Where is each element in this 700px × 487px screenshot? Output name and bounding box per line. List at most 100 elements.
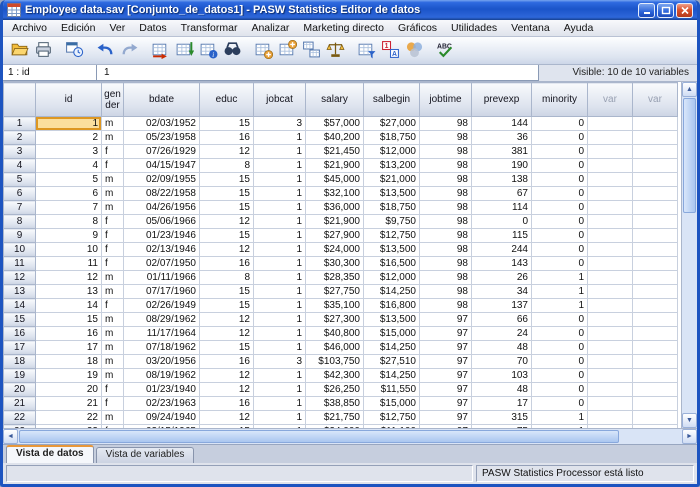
cell[interactable] (633, 369, 678, 383)
cell[interactable] (588, 117, 633, 131)
cell[interactable]: 12 (200, 243, 254, 257)
column-header-salary[interactable]: salary (306, 83, 364, 117)
cell[interactable]: $13,500 (364, 243, 420, 257)
cell[interactable]: 98 (420, 299, 472, 313)
cell[interactable] (633, 187, 678, 201)
cell[interactable]: 9 (36, 229, 102, 243)
cell[interactable]: 3 (254, 117, 306, 131)
cell[interactable]: 1 (532, 285, 588, 299)
cell[interactable]: 1 (254, 383, 306, 397)
row-header[interactable]: 5 (4, 173, 36, 187)
cell[interactable]: 05/06/1966 (124, 215, 200, 229)
cell[interactable]: 0 (532, 145, 588, 159)
cell[interactable]: 16 (200, 355, 254, 369)
cell[interactable]: f (102, 229, 124, 243)
cell[interactable]: $30,300 (306, 257, 364, 271)
cell[interactable]: m (102, 271, 124, 285)
close-button[interactable] (676, 3, 693, 18)
cell[interactable]: $27,300 (306, 313, 364, 327)
select-cases-button[interactable] (354, 39, 378, 63)
cell[interactable]: $21,900 (306, 215, 364, 229)
cell[interactable]: 12 (200, 383, 254, 397)
row-header[interactable]: 18 (4, 355, 36, 369)
cell[interactable]: 1 (254, 397, 306, 411)
menu-item-transformar[interactable]: Transformar (174, 21, 245, 35)
cell[interactable] (633, 229, 678, 243)
cell[interactable] (633, 299, 678, 313)
cell[interactable]: 0 (532, 187, 588, 201)
recall-dialogs-button[interactable] (62, 39, 86, 63)
cell[interactable]: 66 (472, 313, 532, 327)
cell[interactable] (588, 313, 633, 327)
cell[interactable]: 1 (254, 229, 306, 243)
cell[interactable]: 315 (472, 411, 532, 425)
cell[interactable]: $42,300 (306, 369, 364, 383)
cell[interactable]: 98 (420, 131, 472, 145)
cell[interactable]: 7 (36, 201, 102, 215)
cell[interactable]: 103 (472, 369, 532, 383)
cell[interactable] (588, 243, 633, 257)
cell[interactable]: 98 (420, 243, 472, 257)
row-header[interactable]: 14 (4, 299, 36, 313)
cell[interactable]: m (102, 341, 124, 355)
cell[interactable]: 1 (254, 145, 306, 159)
print-button[interactable] (31, 39, 55, 63)
cell[interactable] (633, 341, 678, 355)
cell[interactable]: 02/07/1950 (124, 257, 200, 271)
cell[interactable]: 98 (420, 271, 472, 285)
cell[interactable]: 10 (36, 243, 102, 257)
cell[interactable]: 0 (532, 383, 588, 397)
cell[interactable]: 05/23/1958 (124, 131, 200, 145)
row-header[interactable]: 1 (4, 117, 36, 131)
cell[interactable] (633, 131, 678, 145)
menu-item-analizar[interactable]: Analizar (244, 21, 296, 35)
tab-variable-view[interactable]: Vista de variables (96, 447, 195, 463)
cell[interactable]: $38,850 (306, 397, 364, 411)
cell[interactable]: m (102, 187, 124, 201)
insert-variable-button[interactable] (275, 39, 299, 63)
cell[interactable]: 16 (200, 131, 254, 145)
cell[interactable] (633, 173, 678, 187)
cell[interactable]: 1 (254, 341, 306, 355)
goto-variable-button[interactable] (172, 39, 196, 63)
row-header[interactable]: 8 (4, 215, 36, 229)
cell[interactable] (633, 397, 678, 411)
column-header-id[interactable]: id (36, 83, 102, 117)
vertical-scroll-thumb[interactable] (683, 98, 696, 213)
maximize-button[interactable] (657, 3, 674, 18)
cell[interactable]: 16 (200, 397, 254, 411)
cell[interactable]: m (102, 131, 124, 145)
cell[interactable]: 1 (254, 201, 306, 215)
scroll-left-icon[interactable]: ◄ (3, 429, 18, 444)
cell[interactable]: 70 (472, 355, 532, 369)
cell[interactable] (633, 327, 678, 341)
cell[interactable]: m (102, 313, 124, 327)
cell[interactable]: $46,000 (306, 341, 364, 355)
cell[interactable]: 02/23/1963 (124, 397, 200, 411)
goto-case-button[interactable] (148, 39, 172, 63)
cell[interactable] (588, 397, 633, 411)
cell[interactable]: $18,750 (364, 131, 420, 145)
cell[interactable]: 67 (472, 187, 532, 201)
menu-item-utilidades[interactable]: Utilidades (444, 21, 504, 35)
cell[interactable]: 15 (200, 173, 254, 187)
cell-editor[interactable]: 1 (97, 65, 539, 81)
column-header-educ[interactable]: educ (200, 83, 254, 117)
row-header[interactable]: 15 (4, 313, 36, 327)
cell[interactable]: 138 (472, 173, 532, 187)
cell[interactable]: 34 (472, 285, 532, 299)
cell[interactable]: $40,800 (306, 327, 364, 341)
cell[interactable]: $27,510 (364, 355, 420, 369)
cell[interactable] (633, 243, 678, 257)
cell[interactable]: 04/15/1947 (124, 159, 200, 173)
cell[interactable]: 115 (472, 229, 532, 243)
cell[interactable]: 17 (36, 341, 102, 355)
undo-button[interactable] (93, 39, 117, 63)
vertical-scrollbar[interactable]: ▲ ▼ (681, 82, 697, 428)
cell[interactable]: 12 (200, 313, 254, 327)
horizontal-scroll-track[interactable] (18, 429, 682, 444)
cell[interactable]: 98 (420, 117, 472, 131)
cell[interactable]: 01/23/1940 (124, 383, 200, 397)
cell[interactable]: 08/22/1958 (124, 187, 200, 201)
cell[interactable]: 13 (36, 285, 102, 299)
